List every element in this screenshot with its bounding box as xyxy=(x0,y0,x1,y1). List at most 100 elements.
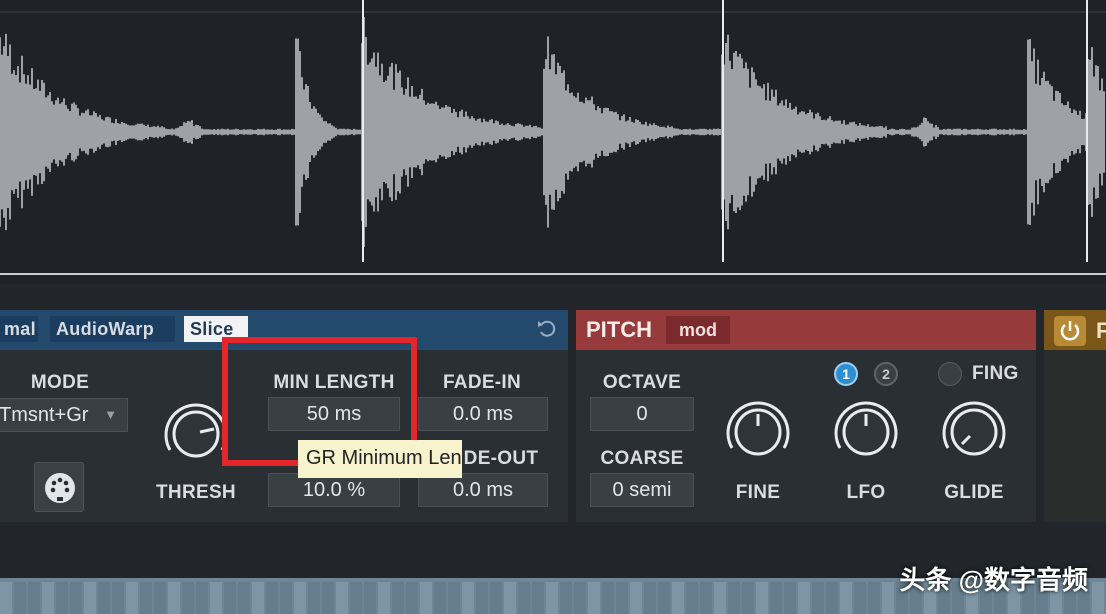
keyboard-key[interactable] xyxy=(168,582,180,614)
undo-icon[interactable] xyxy=(536,318,558,340)
fing-label: FING xyxy=(972,363,1019,384)
coarse-field[interactable]: 0 semi xyxy=(590,473,694,507)
keyboard-key[interactable] xyxy=(182,582,194,614)
keyboard-key[interactable] xyxy=(588,582,600,614)
fing-toggle[interactable] xyxy=(938,362,962,386)
keyboard-key[interactable] xyxy=(770,582,782,614)
waveform-display[interactable] xyxy=(0,0,1106,284)
keyboard-key[interactable] xyxy=(56,582,68,614)
keyboard-key[interactable] xyxy=(280,582,292,614)
fade-out-field[interactable]: 0.0 ms xyxy=(418,473,548,507)
waveform-svg xyxy=(0,0,1106,275)
keyboard-key[interactable] xyxy=(336,582,348,614)
keyboard-key[interactable] xyxy=(784,582,796,614)
lfo-button-1[interactable]: 1 xyxy=(834,362,858,386)
pitch-panel-header: PITCH mod xyxy=(576,310,1036,350)
keyboard-key[interactable] xyxy=(266,582,278,614)
keyboard-key[interactable] xyxy=(406,582,418,614)
keyboard-key[interactable] xyxy=(812,582,824,614)
amp-panel-header: F xyxy=(1044,310,1106,350)
keyboard-key[interactable] xyxy=(140,582,152,614)
keyboard-key[interactable] xyxy=(252,582,264,614)
lfo-label: LFO xyxy=(846,482,886,503)
keyboard-key[interactable] xyxy=(826,582,838,614)
waveform-peaks xyxy=(0,17,1105,247)
keyboard-key[interactable] xyxy=(1092,582,1104,614)
keyboard-key[interactable] xyxy=(28,582,40,614)
keyboard-key[interactable] xyxy=(294,582,306,614)
mode-select[interactable]: Tmsnt+Gr ▼ xyxy=(0,398,128,432)
keyboard-key[interactable] xyxy=(616,582,628,614)
fine-knob[interactable] xyxy=(718,392,798,472)
octave-label: OCTAVE xyxy=(602,372,682,393)
keyboard-key[interactable] xyxy=(644,582,656,614)
keyboard-key[interactable] xyxy=(126,582,138,614)
thresh-label: THRESH xyxy=(156,482,236,503)
pitch-title: PITCH xyxy=(586,317,652,342)
keyboard-key[interactable] xyxy=(224,582,236,614)
fade-in-field[interactable]: 0.0 ms xyxy=(418,397,548,431)
keyboard-key[interactable] xyxy=(602,582,614,614)
keyboard-key[interactable] xyxy=(350,582,362,614)
keyboard-key[interactable] xyxy=(686,582,698,614)
keyboard-key[interactable] xyxy=(42,582,54,614)
keyboard-key[interactable] xyxy=(420,582,432,614)
keyboard-key[interactable] xyxy=(700,582,712,614)
keyboard-key[interactable] xyxy=(448,582,460,614)
keyboard-key[interactable] xyxy=(882,582,894,614)
octave-field[interactable]: 0 xyxy=(590,397,694,431)
keyboard-key[interactable] xyxy=(70,582,82,614)
fade-in-label: FADE-IN xyxy=(442,372,522,393)
pitch-mod-button[interactable]: mod xyxy=(666,316,730,344)
keyboard-key[interactable] xyxy=(154,582,166,614)
keyboard-key[interactable] xyxy=(798,582,810,614)
keyboard-key[interactable] xyxy=(756,582,768,614)
keyboard-key[interactable] xyxy=(546,582,558,614)
amp-title: F xyxy=(1096,318,1106,343)
lfo-button-2[interactable]: 2 xyxy=(874,362,898,386)
keyboard-key[interactable] xyxy=(854,582,866,614)
keyboard-key[interactable] xyxy=(518,582,530,614)
lfo-knob[interactable] xyxy=(826,392,906,472)
keyboard-key[interactable] xyxy=(560,582,572,614)
power-icon xyxy=(1060,321,1080,341)
keyboard-key[interactable] xyxy=(434,582,446,614)
keyboard-key[interactable] xyxy=(322,582,334,614)
keyboard-key[interactable] xyxy=(238,582,250,614)
keyboard-key[interactable] xyxy=(658,582,670,614)
keyboard-key[interactable] xyxy=(728,582,740,614)
keyboard-key[interactable] xyxy=(84,582,96,614)
gr-field[interactable]: 10.0 % xyxy=(268,473,400,507)
keyboard-key[interactable] xyxy=(742,582,754,614)
pitch-panel: PITCH mod OCTAVE 0 COARSE 0 semi FINE 1 … xyxy=(576,310,1036,522)
keyboard-key[interactable] xyxy=(14,582,26,614)
keyboard-key[interactable] xyxy=(868,582,880,614)
keyboard-key[interactable] xyxy=(630,582,642,614)
keyboard-key[interactable] xyxy=(378,582,390,614)
midi-button[interactable] xyxy=(34,462,84,512)
glide-knob[interactable] xyxy=(934,392,1014,472)
power-button[interactable] xyxy=(1054,316,1086,346)
keyboard-key[interactable] xyxy=(840,582,852,614)
keyboard-key[interactable] xyxy=(462,582,474,614)
keyboard-key[interactable] xyxy=(476,582,488,614)
keyboard-key[interactable] xyxy=(196,582,208,614)
keyboard-key[interactable] xyxy=(532,582,544,614)
glide-label: GLIDE xyxy=(944,482,1004,503)
keyboard-key[interactable] xyxy=(504,582,516,614)
keyboard-key[interactable] xyxy=(574,582,586,614)
keyboard-key[interactable] xyxy=(308,582,320,614)
tab-audiowarp[interactable]: AudioWarp xyxy=(50,316,175,342)
amp-panel: F xyxy=(1044,310,1106,522)
keyboard-key[interactable] xyxy=(392,582,404,614)
keyboard-key[interactable] xyxy=(714,582,726,614)
tab-normal[interactable]: mal xyxy=(0,316,38,342)
keyboard-key[interactable] xyxy=(672,582,684,614)
keyboard-key[interactable] xyxy=(112,582,124,614)
keyboard-key[interactable] xyxy=(0,582,12,614)
keyboard-key[interactable] xyxy=(364,582,376,614)
keyboard-key[interactable] xyxy=(210,582,222,614)
keyboard-key[interactable] xyxy=(98,582,110,614)
tooltip: GR Minimum Length xyxy=(298,440,462,478)
keyboard-key[interactable] xyxy=(490,582,502,614)
